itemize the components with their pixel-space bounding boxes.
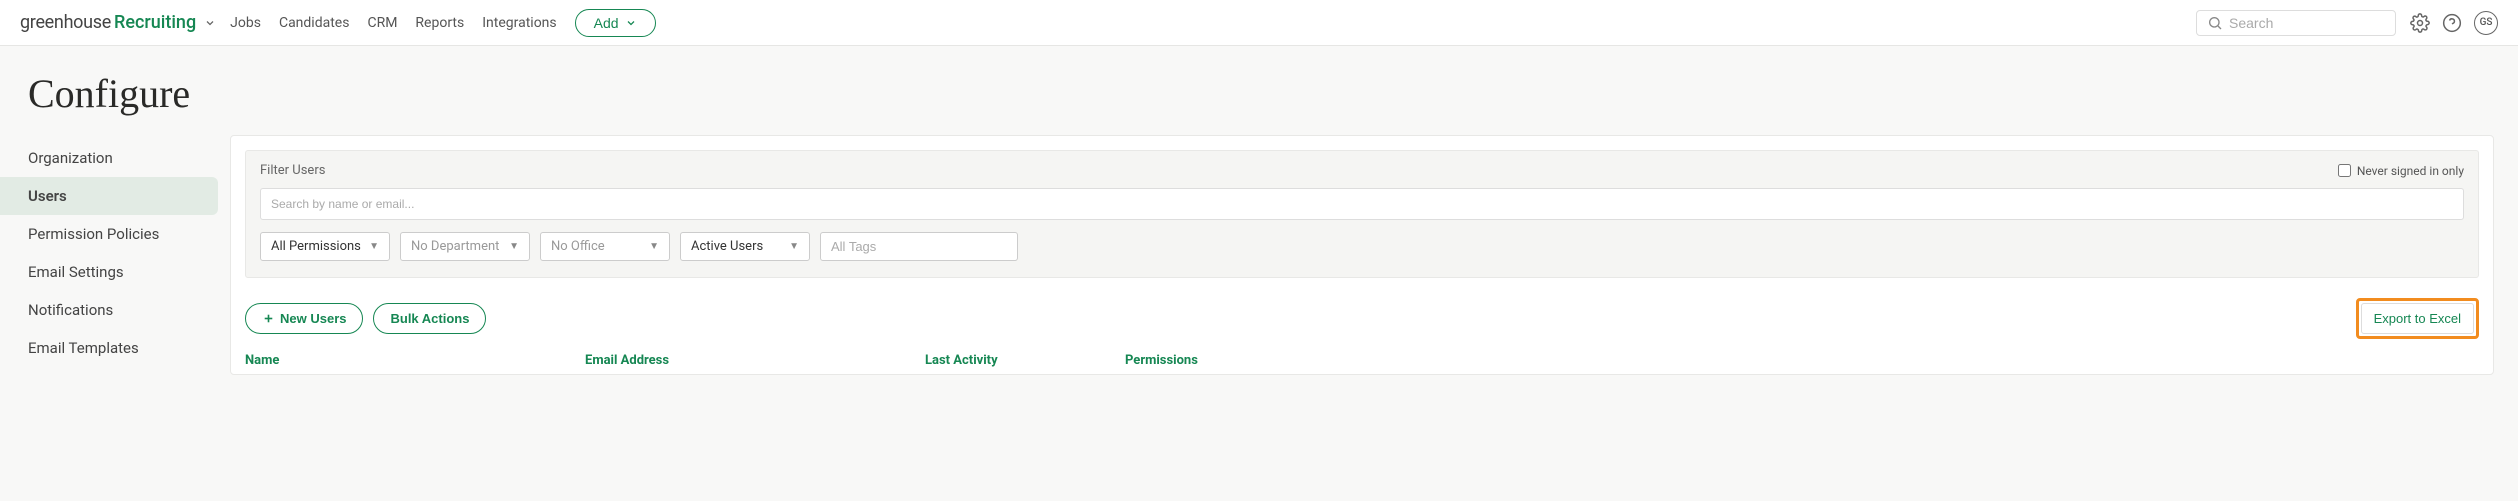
add-button[interactable]: Add xyxy=(575,9,656,37)
search-icon xyxy=(2207,15,2223,31)
chevron-down-icon xyxy=(204,17,216,29)
column-header-permissions[interactable]: Permissions xyxy=(1125,353,2479,368)
export-to-excel-button[interactable]: Export to Excel xyxy=(2361,303,2474,334)
main-panel: Filter Users Never signed in only All Pe… xyxy=(230,135,2494,375)
column-header-name[interactable]: Name xyxy=(245,353,585,368)
department-select-value: No Department xyxy=(411,239,499,254)
sidebar-item-users[interactable]: Users xyxy=(0,177,218,215)
department-select[interactable]: No Department ▼ xyxy=(400,232,530,261)
table-header: Name Email Address Last Activity Permiss… xyxy=(231,351,2493,374)
nav-link-reports[interactable]: Reports xyxy=(415,15,464,31)
caret-down-icon: ▼ xyxy=(789,241,799,252)
export-highlight: Export to Excel xyxy=(2356,298,2479,339)
caret-down-icon: ▼ xyxy=(649,241,659,252)
sidebar-item-organization[interactable]: Organization xyxy=(0,139,218,177)
nav-links: Jobs Candidates CRM Reports Integrations xyxy=(230,15,556,31)
sidebar-item-permission-policies[interactable]: Permission Policies xyxy=(0,215,218,253)
avatar[interactable]: GS xyxy=(2474,11,2498,35)
filter-box: Filter Users Never signed in only All Pe… xyxy=(245,150,2479,278)
chevron-down-icon xyxy=(625,17,637,29)
nav-link-jobs[interactable]: Jobs xyxy=(230,15,261,31)
status-select-value: Active Users xyxy=(691,239,763,254)
column-header-activity[interactable]: Last Activity xyxy=(925,353,1125,368)
top-nav: greenhouse Recruiting Jobs Candidates CR… xyxy=(0,0,2518,46)
brand-text-recruiting: Recruiting xyxy=(114,12,196,33)
office-select-value: No Office xyxy=(551,239,605,254)
help-icon[interactable] xyxy=(2442,13,2462,33)
never-signed-checkbox-input[interactable] xyxy=(2338,164,2351,177)
tags-input[interactable] xyxy=(820,232,1018,261)
never-signed-checkbox[interactable]: Never signed in only xyxy=(2338,164,2464,178)
sidebar-item-email-templates[interactable]: Email Templates xyxy=(0,329,218,367)
gear-icon[interactable] xyxy=(2410,13,2430,33)
nav-link-integrations[interactable]: Integrations xyxy=(482,15,556,31)
nav-link-crm[interactable]: CRM xyxy=(367,15,397,31)
new-users-label: New Users xyxy=(280,311,346,326)
avatar-initials: GS xyxy=(2480,17,2493,28)
office-select[interactable]: No Office ▼ xyxy=(540,232,670,261)
filter-title: Filter Users xyxy=(260,163,325,178)
plus-icon xyxy=(262,312,275,325)
never-signed-label: Never signed in only xyxy=(2357,164,2464,178)
user-search-input[interactable] xyxy=(260,188,2464,220)
new-users-button[interactable]: New Users xyxy=(245,303,363,334)
nav-icons: GS xyxy=(2410,11,2498,35)
sidebar-item-notifications[interactable]: Notifications xyxy=(0,291,218,329)
nav-link-candidates[interactable]: Candidates xyxy=(279,15,350,31)
page-title: Configure xyxy=(0,46,2518,135)
caret-down-icon: ▼ xyxy=(369,241,379,252)
bulk-actions-label: Bulk Actions xyxy=(390,311,469,326)
status-select[interactable]: Active Users ▼ xyxy=(680,232,810,261)
global-search-input[interactable] xyxy=(2229,15,2385,31)
column-header-email[interactable]: Email Address xyxy=(585,353,925,368)
sidebar: Organization Users Permission Policies E… xyxy=(0,135,230,375)
brand-text-greenhouse: greenhouse xyxy=(20,12,111,33)
permissions-select-value: All Permissions xyxy=(271,239,361,254)
brand-switcher[interactable]: greenhouse Recruiting xyxy=(20,12,216,33)
permissions-select[interactable]: All Permissions ▼ xyxy=(260,232,390,261)
add-button-label: Add xyxy=(594,15,619,31)
actions-row: New Users Bulk Actions Export to Excel xyxy=(231,292,2493,351)
bulk-actions-button[interactable]: Bulk Actions xyxy=(373,303,486,334)
caret-down-icon: ▼ xyxy=(509,241,519,252)
global-search[interactable] xyxy=(2196,10,2396,36)
sidebar-item-email-settings[interactable]: Email Settings xyxy=(0,253,218,291)
